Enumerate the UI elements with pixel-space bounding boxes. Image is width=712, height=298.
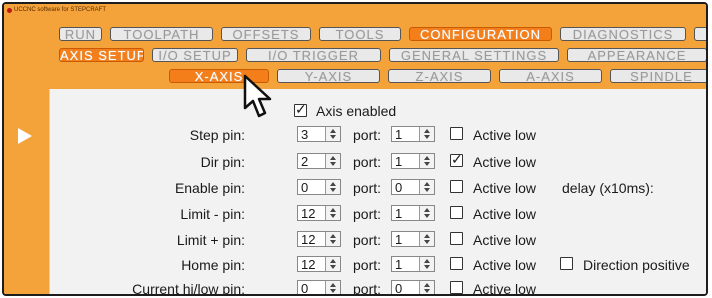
limit-plus-port-label: port: (353, 232, 382, 248)
home-pin-input[interactable]: 12 (297, 256, 341, 272)
check-mark-icon: ✓ (295, 101, 307, 117)
step-pin-label: Step pin: (189, 127, 245, 143)
limit-plus-active-low-label: Active low (473, 232, 537, 248)
direction-positive-checkbox[interactable] (560, 257, 573, 270)
limit-minus-pin-label: Limit - pin: (180, 206, 245, 222)
limit-minus-pin-input[interactable]: 12 (297, 205, 341, 221)
home-pin-label: Home pin: (181, 257, 245, 273)
tab-io-setup[interactable]: I/O SETUP (152, 48, 238, 62)
limit-plus-active-low-checkbox[interactable] (450, 232, 463, 245)
enable-pin-input[interactable]: 0 (297, 179, 341, 195)
step-port-input[interactable]: 1 (391, 126, 435, 142)
dir-active-low-label: Active low (473, 154, 537, 170)
limit-minus-active-low-label: Active low (473, 206, 537, 222)
step-active-low-checkbox[interactable] (450, 127, 463, 140)
tab-more[interactable] (694, 27, 706, 41)
axis-enabled-checkbox[interactable]: ✓ (294, 101, 307, 117)
delay-label: delay (x10ms): (562, 180, 654, 196)
limit-plus-port-input[interactable]: 1 (391, 231, 435, 247)
home-active-low-label: Active low (473, 257, 537, 273)
limit-minus-port-label: port: (353, 206, 382, 222)
direction-positive-label: Direction positive (583, 257, 690, 273)
tab-configuration[interactable]: CONFIGURATION (409, 27, 552, 41)
tab-spindle[interactable]: SPINDLE (610, 69, 706, 83)
enable-port-label: port: (353, 180, 382, 196)
enable-port-input[interactable]: 0 (391, 179, 435, 195)
app-window: UCCNC software for STEPCRAFT RUN TOOLPAT… (2, 2, 708, 296)
mouse-cursor-icon (243, 74, 272, 118)
home-port-label: port: (353, 257, 382, 273)
home-active-low-checkbox[interactable] (450, 257, 463, 270)
tab-area: RUN TOOLPATH OFFSETS TOOLS CONFIGURATION… (49, 21, 706, 89)
axis-enabled-label: Axis enabled (316, 103, 397, 119)
tab-run[interactable]: RUN (59, 27, 102, 41)
enable-pin-label: Enable pin: (174, 180, 245, 196)
app-icon (7, 8, 12, 13)
tab-offsets[interactable]: OFFSETS (221, 27, 311, 41)
enable-active-low-checkbox[interactable] (450, 180, 463, 193)
current-port-label: port: (353, 281, 382, 296)
dir-active-low-checkbox[interactable]: ✓ (450, 151, 463, 167)
tab-appearance[interactable]: APPEARANCE (567, 48, 706, 62)
tab-y-axis[interactable]: Y-AXIS (277, 69, 380, 83)
limit-minus-active-low-checkbox[interactable] (450, 206, 463, 219)
tab-a-axis[interactable]: A-AXIS (499, 69, 602, 83)
tab-toolpath[interactable]: TOOLPATH (110, 27, 213, 41)
current-active-low-checkbox[interactable] (450, 281, 463, 294)
home-port-input[interactable]: 1 (391, 256, 435, 272)
tab-tools[interactable]: TOOLS (319, 27, 401, 41)
limit-minus-port-input[interactable]: 1 (391, 205, 435, 221)
step-port-label: port: (353, 127, 382, 143)
tab-general-settings[interactable]: GENERAL SETTINGS (389, 48, 559, 62)
limit-plus-pin-label: Limit + pin: (176, 232, 245, 248)
limit-plus-pin-input[interactable]: 12 (297, 231, 341, 247)
current-pin-input[interactable]: 0 (297, 280, 341, 294)
step-active-low-label: Active low (473, 127, 537, 143)
current-active-low-label: Active low (473, 281, 537, 296)
play-icon[interactable] (18, 128, 32, 144)
title-bar: UCCNC software for STEPCRAFT (4, 4, 706, 21)
left-sidebar (4, 21, 49, 294)
check-mark-icon: ✓ (451, 151, 463, 167)
current-pin-label: Current hi/low pin: (132, 281, 245, 296)
window-title: UCCNC software for STEPCRAFT (14, 7, 107, 13)
tab-io-trigger[interactable]: I/O TRIGGER (246, 48, 381, 62)
current-port-input[interactable]: 0 (391, 280, 435, 294)
dir-pin-label: Dir pin: (200, 154, 245, 170)
dir-port-label: port: (353, 154, 382, 170)
tab-axis-setup[interactable]: AXIS SETUP (59, 48, 144, 62)
tab-diagnostics[interactable]: DIAGNOSTICS (560, 27, 686, 41)
step-pin-input[interactable]: 3 (297, 126, 341, 142)
tab-z-axis[interactable]: Z-AXIS (388, 69, 491, 83)
enable-active-low-label: Active low (473, 180, 537, 196)
axis-settings-panel: ✓ Axis enabled Step pin: 3 port: 1 Activ… (49, 89, 706, 294)
dir-pin-input[interactable]: 2 (297, 153, 341, 169)
dir-port-input[interactable]: 1 (391, 153, 435, 169)
